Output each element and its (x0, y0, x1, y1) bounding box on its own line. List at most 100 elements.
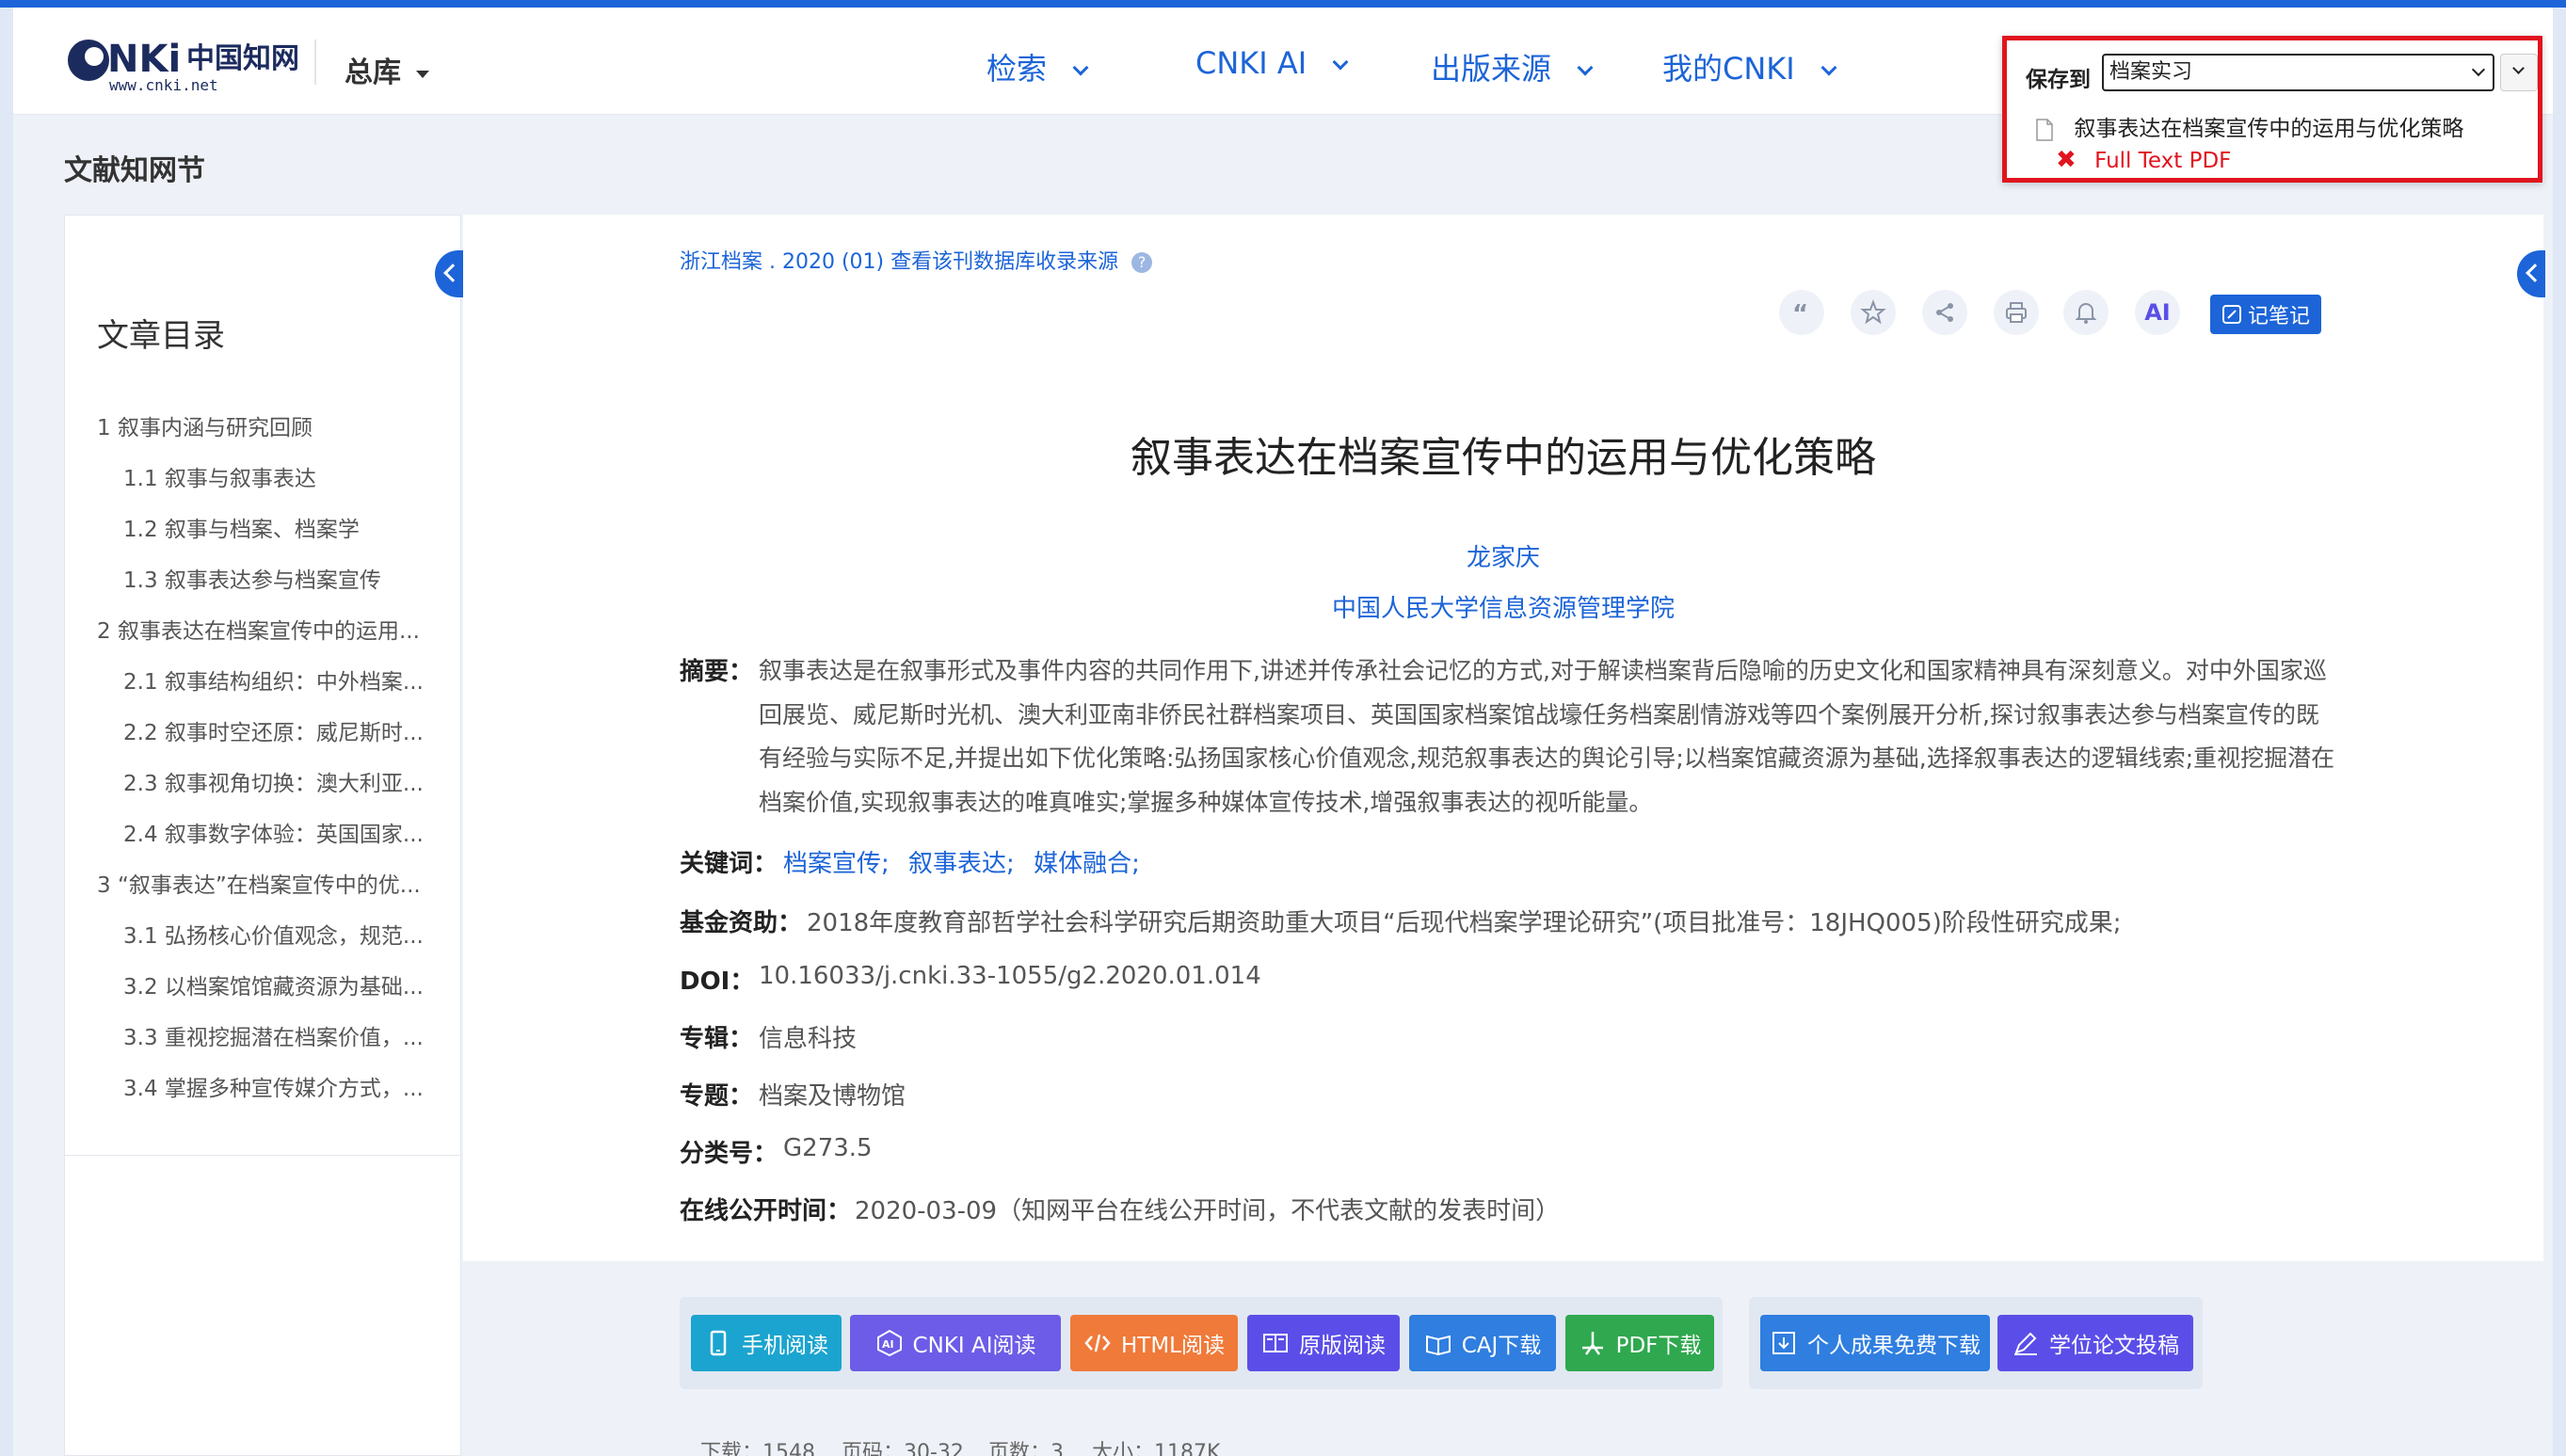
original-read-button[interactable]: 原版阅读 (1247, 1315, 1400, 1371)
cnki-ai-read-button[interactable]: AI CNKI AI阅读 (850, 1315, 1061, 1371)
doi-value: 10.16033/j.cnki.33-1055/g2.2020.01.014 (759, 962, 1261, 990)
toc-item[interactable]: 1 叙事内涵与研究回顾 (97, 409, 434, 441)
file-size: 大小：1187K (1092, 1441, 1221, 1456)
logo-url: www.cnki.net (109, 76, 218, 94)
phone-icon (710, 1330, 727, 1356)
series-label: 专辑： (680, 1025, 754, 1053)
book-open-icon (1425, 1335, 1451, 1356)
nav-publication-source[interactable]: 出版来源 (1431, 45, 1594, 87)
pencil-icon (2221, 305, 2241, 324)
toc-item[interactable]: 3.2 以档案馆馆藏资源为基础... (123, 968, 434, 1000)
database-selector[interactable]: 总库 (345, 49, 429, 90)
abstract-text: 叙事表达是在叙事形式及事件内容的共同作用下,讲述并传承社会记忆的方式,对于解读档… (759, 657, 2335, 816)
series-value: 信息科技 (759, 1025, 858, 1053)
source-text: 浙江档案 . 2020 (01) 查看该刊数据库收录来源 (680, 250, 1119, 274)
toc-item[interactable]: 2.2 叙事时空还原：威尼斯时... (123, 714, 434, 746)
classification-value: G273.5 (783, 1134, 873, 1162)
note-label: 记笔记 (2247, 305, 2310, 328)
page-range: 页码：30-32 (842, 1441, 964, 1456)
button-label: CAJ下载 (1461, 1334, 1542, 1358)
pubdate-value: 2020-03-09（知网平台在线公开时间，不代表文献的发表时间） (855, 1197, 1561, 1225)
toc-item[interactable]: 1.1 叙事与叙事表达 (123, 460, 434, 492)
topic-value: 档案及博物馆 (759, 1082, 906, 1111)
chevron-down-icon (2512, 62, 2525, 74)
personal-free-download-button[interactable]: 个人成果免费下载 (1760, 1315, 1990, 1371)
author-link[interactable]: 龙家庆 (463, 538, 2543, 573)
chevron-down-icon (2471, 62, 2486, 77)
left-page-border (0, 8, 13, 1456)
chevron-down-icon (1820, 59, 1837, 76)
document-icon (2036, 118, 2053, 141)
button-label: 原版阅读 (1299, 1334, 1386, 1358)
button-label: PDF下载 (1615, 1334, 1702, 1358)
favorite-star-icon[interactable] (1851, 290, 1896, 335)
toc-item[interactable]: 3.1 弘扬核心价值观念，规范... (123, 918, 434, 950)
svg-text:NKi: NKi (107, 38, 181, 81)
keywords-label: 关键词： (680, 850, 778, 878)
cnki-logo[interactable]: NKi 中国知网 www.cnki.net (66, 28, 301, 94)
cite-icon[interactable]: “ (1779, 290, 1824, 335)
toc-item[interactable]: 3.4 掌握多种宣传媒介方式，... (123, 1070, 434, 1102)
classification-label: 分类号： (680, 1140, 778, 1168)
toc-item[interactable]: 2.3 叙事视角切换：澳大利亚... (123, 765, 434, 797)
toc-item[interactable]: 2.1 叙事结构组织：中外档案... (123, 664, 434, 696)
close-x-icon: ✖ (2056, 146, 2077, 174)
chevron-down-icon (1577, 59, 1594, 76)
button-label: 个人成果免费下载 (1807, 1334, 1981, 1358)
toc-item[interactable]: 1.3 叙事表达参与档案宣传 (123, 562, 434, 594)
toc-item[interactable]: 2 叙事表达在档案宣传中的运用... (97, 613, 434, 645)
toc-item[interactable]: 1.2 叙事与档案、档案学 (123, 511, 434, 543)
toc-title: 文章目录 (97, 317, 225, 355)
take-note-button[interactable]: 记笔记 (2210, 295, 2321, 334)
pdf-download-button[interactable]: PDF下载 (1565, 1315, 1714, 1371)
nav-label: 我的CNKI (1662, 51, 1795, 87)
toc-divider (65, 1155, 460, 1156)
top-accent-bar (0, 0, 2566, 8)
print-icon[interactable] (1994, 290, 2039, 335)
button-label: HTML阅读 (1120, 1334, 1225, 1358)
toc-item[interactable]: 3.3 重视挖掘潜在档案价值，... (123, 1019, 434, 1051)
toc-item[interactable]: 2.4 叙事数字体验：英国国家... (123, 816, 434, 848)
svg-text:“: “ (1792, 300, 1808, 326)
doi-label: DOI： (680, 968, 755, 996)
fund-label: 基金资助： (680, 909, 803, 937)
expand-button[interactable] (2500, 54, 2538, 91)
keyword-link[interactable]: 媒体融合; (1034, 850, 1140, 878)
affiliation-link[interactable]: 中国人民大学信息资源管理学院 (463, 589, 2543, 624)
nav-search[interactable]: 检索 (986, 45, 1089, 87)
thesis-submit-button[interactable]: 学位论文投稿 (1997, 1315, 2193, 1371)
pen-icon (2014, 1332, 2037, 1355)
button-label: 手机阅读 (742, 1334, 828, 1358)
nav-label: 出版来源 (1431, 51, 1552, 87)
nav-label: CNKI AI (1195, 45, 1307, 81)
code-icon (1084, 1334, 1111, 1352)
keywords-list: 档案宣传; 叙事表达; 媒体融合; (783, 844, 1151, 879)
chevron-down-icon (1072, 59, 1089, 76)
page-count: 页数：3 (988, 1441, 1064, 1456)
keyword-link[interactable]: 档案宣传; (783, 850, 890, 878)
article-source[interactable]: 浙江档案 . 2020 (01) 查看该刊数据库收录来源? (680, 245, 1153, 275)
save-to-popup: 保存到 档案实习 叙事表达在档案宣传中的运用与优化策略 ✖ Full Text … (2002, 36, 2542, 183)
mobile-read-button[interactable]: 手机阅读 (691, 1315, 842, 1371)
caj-download-button[interactable]: CAJ下载 (1409, 1315, 1556, 1371)
button-label: 学位论文投稿 (2049, 1334, 2179, 1358)
nav-my-cnki[interactable]: 我的CNKI (1662, 45, 1837, 87)
save-to-label: 保存到 (2026, 68, 2091, 92)
button-label: CNKI AI阅读 (912, 1334, 1036, 1358)
right-page-border (2553, 8, 2566, 1456)
toc-item[interactable]: 3 “叙事表达”在档案宣传中的优... (97, 867, 434, 899)
article-panel: 浙江档案 . 2020 (01) 查看该刊数据库收录来源? “ AI 记笔记 叙… (463, 215, 2543, 1261)
bell-icon[interactable] (2063, 290, 2109, 335)
share-icon[interactable] (1922, 290, 1967, 335)
fund-value[interactable]: 2018年度教育部哲学社会科学研究后期资助重大项目“后现代档案学理论研究”(项目… (807, 904, 2122, 938)
help-icon[interactable]: ? (1131, 252, 1153, 273)
html-read-button[interactable]: HTML阅读 (1070, 1315, 1238, 1371)
folder-select[interactable]: 档案实习 (2102, 54, 2494, 91)
pdf-icon (1581, 1332, 1603, 1355)
keyword-link[interactable]: 叙事表达; (908, 850, 1015, 878)
ai-assistant-icon[interactable]: AI (2135, 290, 2180, 335)
saved-item: 叙事表达在档案宣传中的运用与优化策略 (2035, 110, 2463, 142)
nav-cnki-ai[interactable]: CNKI AI (1195, 45, 1349, 83)
attachment-label: Full Text PDF (2094, 149, 2232, 173)
chevron-down-icon (1332, 54, 1349, 71)
